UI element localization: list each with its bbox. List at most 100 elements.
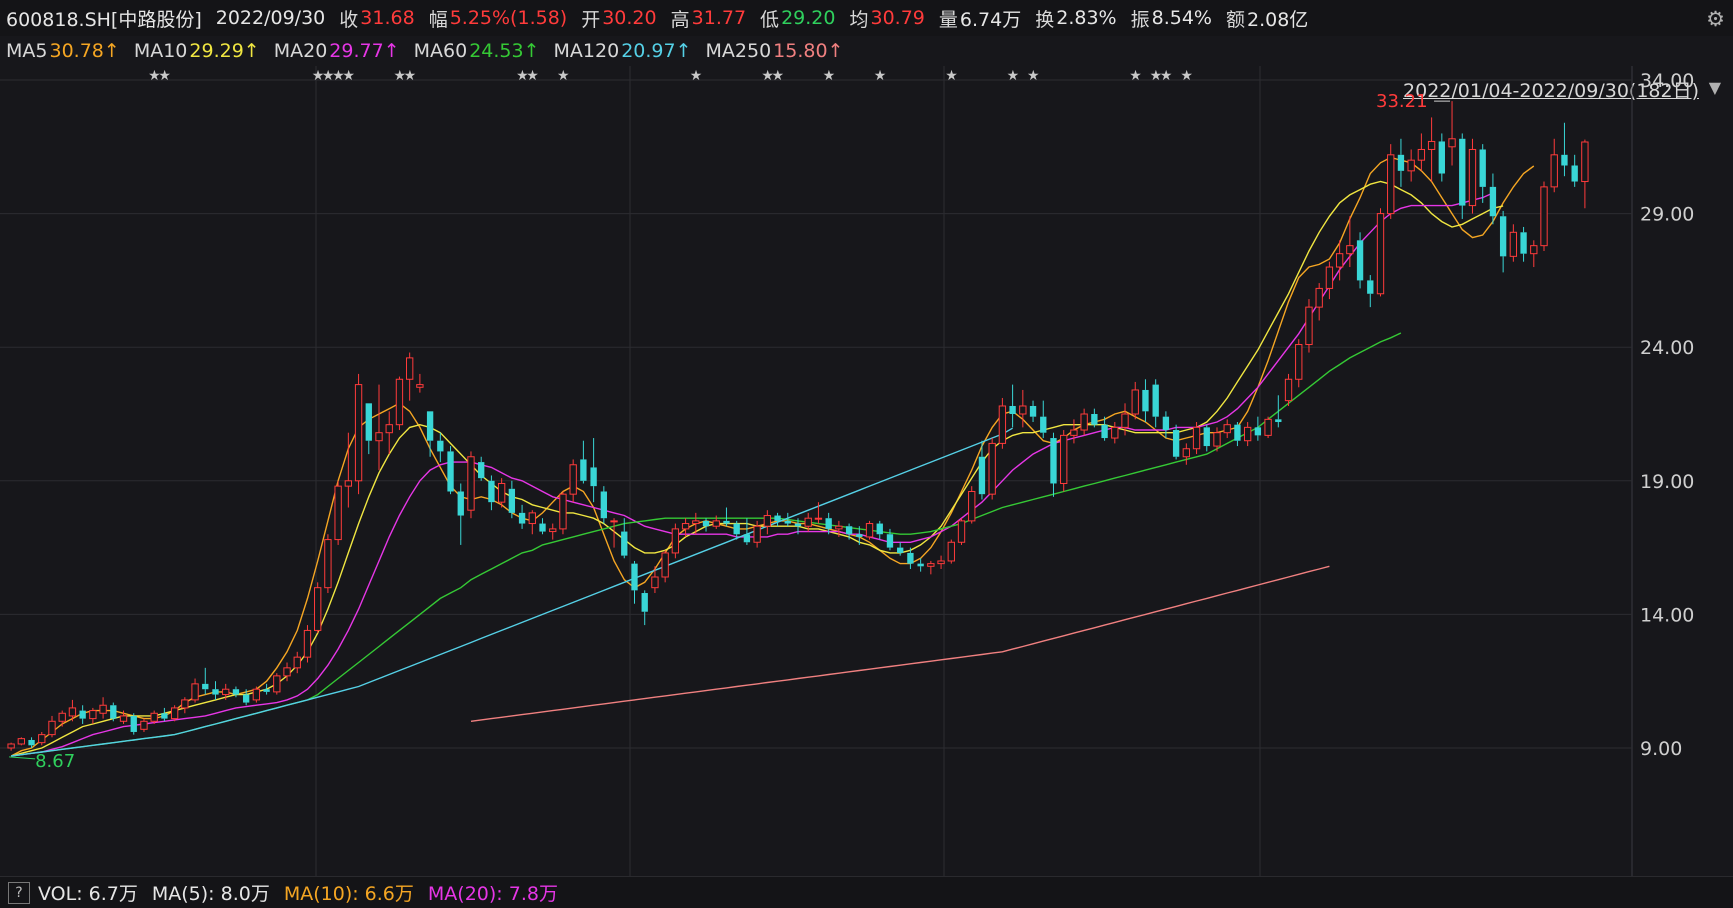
candle[interactable]: [1407, 149, 1415, 182]
candle[interactable]: [897, 542, 904, 556]
candle[interactable]: [539, 518, 546, 535]
candle[interactable]: [927, 560, 935, 575]
candle[interactable]: [1050, 432, 1057, 497]
event-star-icon[interactable]: ★: [1007, 68, 1020, 84]
candle[interactable]: [1387, 144, 1395, 219]
candle[interactable]: [395, 376, 404, 431]
candle[interactable]: [38, 731, 46, 746]
candle[interactable]: [1376, 208, 1385, 297]
event-star-icon[interactable]: ★: [1160, 68, 1173, 84]
candle[interactable]: [1479, 144, 1486, 203]
gear-icon[interactable]: ⚙: [1706, 7, 1725, 31]
candle[interactable]: [1540, 181, 1548, 252]
candle[interactable]: [99, 697, 107, 719]
candle[interactable]: [303, 625, 312, 663]
candle[interactable]: [130, 713, 137, 735]
candle[interactable]: [1223, 419, 1231, 439]
candle[interactable]: [1499, 210, 1507, 273]
candle[interactable]: [641, 590, 648, 626]
candles[interactable]: [7, 101, 1589, 751]
candle[interactable]: [1459, 133, 1466, 219]
candle[interactable]: [1427, 117, 1436, 182]
candle[interactable]: [1356, 232, 1364, 289]
candle[interactable]: [549, 523, 557, 540]
candle[interactable]: [7, 742, 15, 751]
candle[interactable]: [1009, 384, 1016, 428]
candle[interactable]: [252, 686, 261, 703]
candle[interactable]: [988, 438, 996, 500]
candle[interactable]: [957, 518, 966, 545]
candle[interactable]: [1243, 422, 1252, 447]
candle[interactable]: [876, 520, 883, 540]
candle[interactable]: [354, 373, 363, 495]
candle[interactable]: [1029, 400, 1037, 423]
candle[interactable]: [1060, 430, 1068, 492]
candle[interactable]: [1367, 275, 1374, 308]
candle[interactable]: [17, 737, 25, 746]
event-star-icon[interactable]: ★: [1129, 68, 1142, 84]
candle[interactable]: [426, 411, 434, 457]
candle[interactable]: [702, 518, 710, 532]
candle[interactable]: [1438, 133, 1445, 182]
candle[interactable]: [334, 480, 342, 545]
candle[interactable]: [140, 718, 148, 732]
candle[interactable]: [212, 681, 219, 700]
candle[interactable]: [1264, 416, 1272, 439]
candle[interactable]: [202, 667, 209, 695]
candle[interactable]: [324, 534, 332, 594]
candle[interactable]: [1550, 138, 1558, 193]
ma-legend-ma120[interactable]: MA120 20.97↑: [554, 40, 692, 62]
candle[interactable]: [1571, 154, 1578, 187]
candlestick-chart[interactable]: ★★ ★★★★ ★★ ★★ ★ ★ ★★ ★ ★ ★ ★ ★ ★ ★★ ★ 33.218.67 34.002…: [0, 66, 1733, 876]
candle[interactable]: [191, 678, 199, 703]
candle[interactable]: [1275, 395, 1282, 428]
event-star-icon[interactable]: ★: [404, 68, 417, 84]
candle[interactable]: [170, 705, 179, 722]
candle[interactable]: [110, 702, 117, 722]
candle[interactable]: [651, 566, 659, 594]
candle[interactable]: [774, 512, 781, 527]
candle[interactable]: [1468, 138, 1477, 214]
event-star-icon[interactable]: ★: [557, 68, 570, 84]
candle[interactable]: [559, 491, 567, 535]
candle[interactable]: [273, 673, 281, 695]
candle[interactable]: [161, 707, 168, 722]
candle[interactable]: [1397, 138, 1405, 187]
candle[interactable]: [478, 456, 485, 481]
candle[interactable]: [743, 518, 751, 545]
candle[interactable]: [365, 403, 372, 455]
candle[interactable]: [968, 486, 976, 524]
candle[interactable]: [1131, 381, 1139, 420]
candle[interactable]: [763, 510, 772, 535]
candle[interactable]: [998, 397, 1007, 449]
candle[interactable]: [1509, 224, 1518, 262]
event-star-icon[interactable]: ★: [690, 68, 703, 84]
event-star-icon[interactable]: ★: [1027, 68, 1040, 84]
candle[interactable]: [89, 707, 97, 724]
candle[interactable]: [1162, 411, 1170, 439]
candle[interactable]: [947, 539, 955, 564]
candle[interactable]: [753, 520, 761, 548]
candle[interactable]: [437, 432, 444, 463]
ma-legend-ma20[interactable]: MA20 29.77↑: [274, 40, 400, 62]
candle[interactable]: [58, 710, 66, 727]
candle[interactable]: [1203, 424, 1210, 452]
candle[interactable]: [1070, 419, 1078, 444]
candle[interactable]: [1305, 299, 1313, 353]
candle[interactable]: [1152, 379, 1159, 428]
ma-legend-ma10[interactable]: MA10 29.29↑: [134, 40, 260, 62]
event-star-icon[interactable]: ★: [1180, 68, 1193, 84]
ma-legend-ma5[interactable]: MA5 30.78↑: [6, 40, 120, 62]
candle[interactable]: [293, 651, 301, 674]
candle[interactable]: [1234, 422, 1241, 447]
candle[interactable]: [385, 411, 393, 455]
candle[interactable]: [263, 683, 270, 695]
ma-legend-ma250[interactable]: MA250 15.80↑: [706, 40, 844, 62]
candle[interactable]: [1295, 339, 1303, 388]
event-star-icon[interactable]: ★: [526, 68, 539, 84]
candle[interactable]: [1091, 408, 1098, 428]
candle[interactable]: [1448, 101, 1456, 166]
candle[interactable]: [937, 555, 945, 569]
candle[interactable]: [375, 384, 383, 471]
candle[interactable]: [661, 550, 669, 583]
